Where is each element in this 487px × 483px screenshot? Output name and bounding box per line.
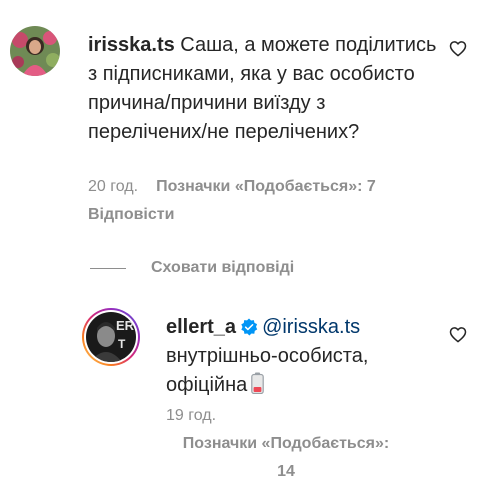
reply-body: ellert_a @irisska.ts внутрішньо-особиста… bbox=[166, 313, 436, 400]
svg-text:T: T bbox=[118, 337, 126, 351]
low-battery-emoji-icon bbox=[251, 372, 265, 394]
reply-mention-link[interactable]: @irisska.ts bbox=[262, 316, 360, 338]
replier-username[interactable]: ellert_a bbox=[166, 316, 236, 338]
verified-badge-icon bbox=[241, 318, 258, 336]
comment-reply-button[interactable]: Відповісти bbox=[88, 206, 174, 223]
commenter-avatar[interactable] bbox=[10, 26, 60, 76]
replies-divider bbox=[90, 268, 126, 269]
reply-timestamp[interactable]: 19 год. bbox=[166, 406, 216, 426]
comment-body: irisska.ts Саша, а можете поділитись з п… bbox=[88, 31, 448, 147]
reply-likes-number: 14 bbox=[277, 463, 295, 480]
heart-outline-icon bbox=[449, 41, 467, 57]
reply-likes-label: Позначки «Подобається»: bbox=[182, 435, 390, 452]
reply-text-line2: офіційна bbox=[166, 374, 248, 396]
replier-avatar[interactable]: ER T bbox=[82, 308, 140, 366]
comment-timestamp[interactable]: 20 год. bbox=[88, 178, 138, 195]
commenter-username[interactable]: irisska.ts bbox=[88, 34, 175, 56]
reply-likes-count[interactable]: Позначки «Подобається»: 14 bbox=[166, 430, 406, 483]
svg-text:ER: ER bbox=[116, 318, 135, 333]
reply-like-button[interactable] bbox=[449, 326, 467, 348]
reply-text-line1: внутрішньо-особиста, bbox=[166, 345, 369, 367]
comment-meta: 20 год. Позначки «Подобається»: 7 Відпові… bbox=[88, 173, 428, 229]
comment-likes-count[interactable]: Позначки «Подобається»: 7 bbox=[156, 178, 376, 195]
hide-replies-button[interactable]: Сховати відповіді bbox=[151, 258, 294, 278]
comment-like-button[interactable] bbox=[449, 40, 467, 62]
heart-outline-icon bbox=[449, 327, 467, 343]
